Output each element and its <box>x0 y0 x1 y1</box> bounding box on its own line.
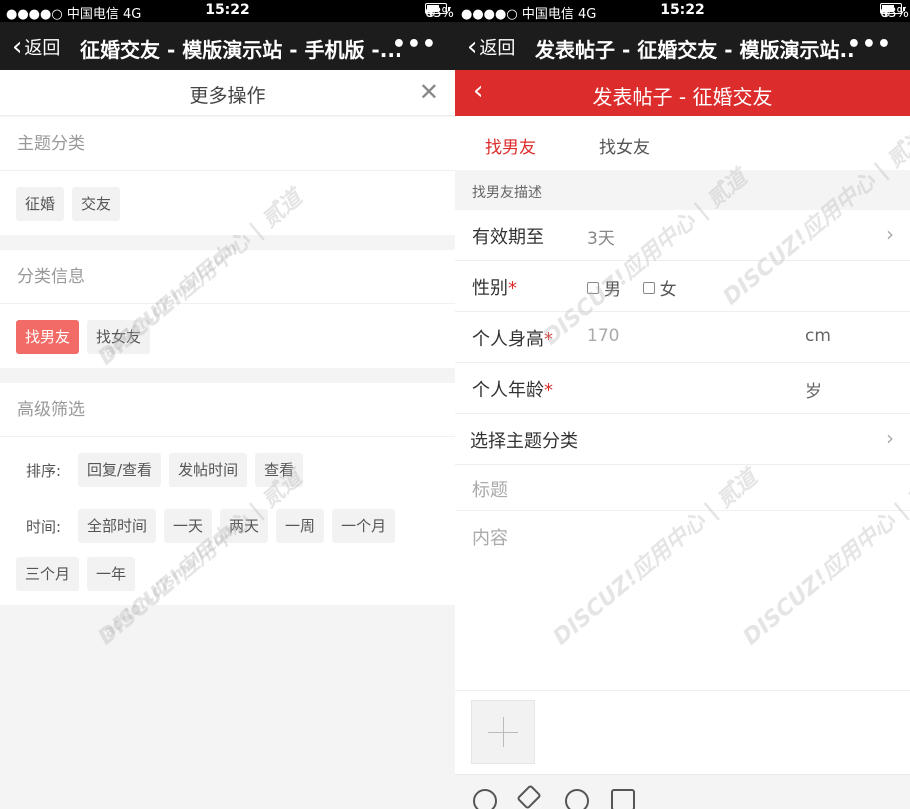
gender-label: 性别* <box>472 278 517 299</box>
sort-label: 排序: <box>26 461 62 480</box>
add-image-button[interactable] <box>471 700 535 764</box>
sort-option[interactable]: 查看 <box>255 453 304 487</box>
tab-find-girlfriend[interactable]: 找女友 <box>599 133 650 158</box>
chevron-right-icon: › <box>886 222 894 246</box>
close-icon[interactable]: ✕ <box>419 78 439 106</box>
battery-icon <box>880 3 905 14</box>
age-unit: 岁 <box>805 382 822 402</box>
clock: 15:22 <box>205 2 250 18</box>
chevron-left-icon: ‹ <box>467 32 478 62</box>
battery-status: ⊕ 63% <box>880 3 909 21</box>
back-button[interactable]: ‹ 返回 <box>12 34 60 60</box>
page-title: 发表帖子 - 征婚交友 - 模版演示站... <box>535 38 855 62</box>
gender-row: 性别* 男 女 <box>455 261 910 312</box>
category-tag-selected[interactable]: 找男友 <box>16 320 80 354</box>
sort-option[interactable]: 回复/查看 <box>78 453 162 487</box>
chevron-right-icon: › <box>886 426 894 450</box>
topic-select-label: 选择主题分类 <box>470 431 578 452</box>
category-section: 分类信息 找男友 找女友 <box>0 250 455 368</box>
back-button[interactable]: ‹ 返回 <box>467 34 515 60</box>
valid-period-label: 有效期至 <box>472 227 544 248</box>
page-title: 征婚交友 - 模版演示站 - 手机版 -... <box>80 38 400 62</box>
time-option[interactable]: 全部时间 <box>78 509 157 543</box>
time-label: 时间: <box>26 517 62 536</box>
gender-options: 男 女 <box>587 275 677 300</box>
watermark: DISCUZ!应用中心 | 贰道 <box>548 465 763 651</box>
topic-section: 主题分类 征婚 交友 <box>0 117 455 235</box>
tab-find-boyfriend[interactable]: 找男友 <box>485 133 536 158</box>
age-input[interactable] <box>587 377 787 397</box>
music-icon[interactable] <box>565 789 589 809</box>
topic-tag[interactable]: 征婚 <box>16 187 65 221</box>
back-label: 返回 <box>24 38 61 59</box>
battery-status: ⊕ 63% <box>425 3 454 21</box>
valid-period-row[interactable]: 有效期至 3天 › <box>455 210 910 261</box>
divider <box>455 510 910 511</box>
topic-tags: 征婚 交友 <box>16 187 121 221</box>
time-option[interactable]: 两天 <box>220 509 269 543</box>
content-textarea[interactable]: 内容 <box>472 524 508 550</box>
height-input[interactable]: 170 <box>587 326 619 346</box>
battery-icon <box>425 3 450 14</box>
post-header-title: 发表帖子 - 征婚交友 <box>592 85 773 109</box>
time-row-2: 三个月 一年 <box>16 557 136 591</box>
more-actions-header: 更多操作 ✕ <box>0 70 455 116</box>
filter-section: 高级筛选 排序: 回复/查看 发帖时间 查看 时间: 全部时间 一天 两天 一周… <box>0 383 455 605</box>
category-section-title: 分类信息 <box>0 250 455 304</box>
category-tabs: 找男友 找女友 <box>455 116 910 170</box>
more-menu-button[interactable]: ••• <box>392 32 437 57</box>
time-option[interactable]: 一天 <box>164 509 213 543</box>
gender-male-option[interactable]: 男 <box>587 280 621 300</box>
clock: 15:22 <box>660 2 705 18</box>
emoji-icon[interactable] <box>473 789 497 809</box>
title-input[interactable]: 标题 <box>472 476 508 502</box>
height-label: 个人身高* <box>472 329 553 350</box>
gender-female-option[interactable]: 女 <box>642 280 677 300</box>
time-option[interactable]: 三个月 <box>16 557 80 591</box>
time-row: 时间: 全部时间 一天 两天 一周 一个月 <box>0 509 396 543</box>
status-bar: ●●●●○ 中国电信 4G 15:22 ⊕ 63% <box>0 0 455 22</box>
video-icon[interactable] <box>611 789 635 809</box>
chevron-left-icon: ‹ <box>12 32 23 62</box>
more-actions-title: 更多操作 <box>189 85 266 107</box>
sort-row: 排序: 回复/查看 发帖时间 查看 <box>0 453 304 487</box>
age-label: 个人年龄* <box>472 380 553 401</box>
topic-section-title: 主题分类 <box>0 117 455 171</box>
back-label: 返回 <box>479 38 516 59</box>
sort-option[interactable]: 发帖时间 <box>169 453 248 487</box>
time-option[interactable]: 一个月 <box>332 509 396 543</box>
tag-icon[interactable] <box>516 784 542 809</box>
valid-period-value: 3天 <box>587 229 615 249</box>
left-screen: ●●●●○ 中国电信 4G 15:22 ⊕ 63% ‹ 返回 征婚交友 - 模版… <box>0 0 455 809</box>
topic-select-row[interactable]: 选择主题分类 › <box>455 414 910 465</box>
divider <box>455 690 910 691</box>
browser-navbar: ‹ 返回 发表帖子 - 征婚交友 - 模版演示站... ••• <box>455 22 910 70</box>
browser-navbar: ‹ 返回 征婚交友 - 模版演示站 - 手机版 -... ••• <box>0 22 455 70</box>
time-option[interactable]: 一周 <box>276 509 325 543</box>
post-header: ‹ 发表帖子 - 征婚交友 <box>455 70 910 116</box>
watermark: DISCUZ!应用中心 | 贰道 <box>738 465 910 651</box>
filter-section-title: 高级筛选 <box>0 383 455 437</box>
more-menu-button[interactable]: ••• <box>847 32 892 57</box>
height-row: 个人身高* 170 cm <box>455 312 910 363</box>
section-description: 找男友描述 <box>455 170 910 210</box>
category-tags: 找男友 找女友 <box>16 320 151 354</box>
topic-tag[interactable]: 交友 <box>72 187 121 221</box>
required-mark: * <box>544 380 553 401</box>
editor-toolbar <box>455 774 910 809</box>
checkbox-icon <box>587 282 599 294</box>
required-mark: * <box>508 278 517 299</box>
right-screen: ●●●●○ 中国电信 4G 15:22 ⊕ 63% ‹ 返回 发表帖子 - 征婚… <box>455 0 910 809</box>
time-option[interactable]: 一年 <box>87 557 136 591</box>
height-unit: cm <box>805 326 831 346</box>
status-bar: ●●●●○ 中国电信 4G 15:22 ⊕ 63% <box>455 0 910 22</box>
required-mark: * <box>544 329 553 350</box>
category-tag[interactable]: 找女友 <box>87 320 151 354</box>
checkbox-icon <box>642 282 655 294</box>
age-row: 个人年龄* 岁 <box>455 363 910 414</box>
